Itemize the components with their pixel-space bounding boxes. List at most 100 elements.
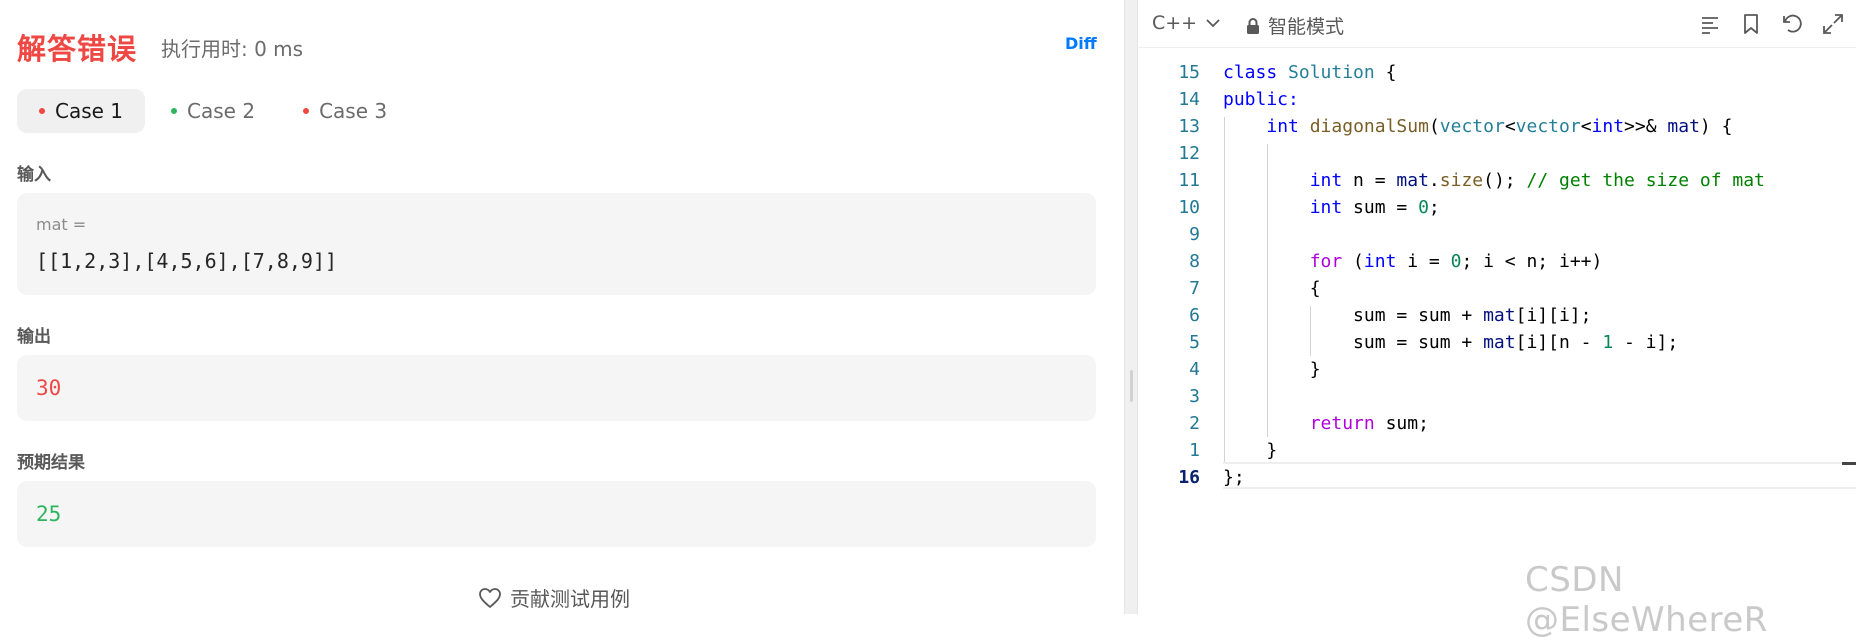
code-token: mat: [1483, 305, 1516, 326]
code-line: sum = sum + mat[i][n - 1 - i];: [1223, 332, 1678, 353]
code-token: vector: [1515, 116, 1581, 137]
code-token: class: [1223, 62, 1278, 83]
code-token: mat: [1483, 332, 1516, 353]
case-status-dot: [303, 108, 310, 114]
line-number: 15: [1178, 62, 1200, 83]
code-token: 0: [1450, 251, 1462, 272]
current-line-highlight: [1223, 462, 1856, 489]
input-box: mat = [[1,2,3],[4,5,6],[7,8,9]]: [17, 193, 1096, 295]
code-line: int n = mat.size(); // get the size of m…: [1223, 170, 1765, 191]
chevron-down-icon: [1206, 19, 1220, 28]
code-token: - i];: [1613, 332, 1679, 353]
scrollbar-marker[interactable]: [1842, 462, 1856, 465]
language-label: C++: [1152, 12, 1198, 34]
code-token: };: [1223, 467, 1245, 488]
expand-icon[interactable]: [1821, 12, 1845, 36]
line-number: 12: [1178, 143, 1200, 164]
watermark: CSDN @ElseWhereR: [1525, 560, 1768, 640]
code-token: vector: [1439, 116, 1505, 137]
code-token: int: [1309, 170, 1343, 191]
code-line: sum = sum + mat[i][i];: [1223, 305, 1591, 326]
line-number: 6: [1189, 305, 1200, 326]
tab-label: Case 2: [187, 99, 256, 123]
code-token: Solution: [1288, 62, 1375, 83]
case-status-dot: [171, 108, 178, 114]
line-number: 11: [1178, 170, 1200, 191]
code-token: int: [1591, 116, 1625, 137]
code-token: }: [1309, 359, 1321, 380]
code-token: ) {: [1699, 116, 1733, 137]
format-icon[interactable]: [1698, 12, 1722, 36]
code-token: int: [1266, 116, 1299, 137]
reset-icon[interactable]: [1780, 12, 1804, 36]
tab-case-1[interactable]: Case 1: [17, 89, 146, 133]
panel-resize-divider[interactable]: [1124, 0, 1138, 614]
line-number: 2: [1189, 413, 1200, 434]
code-token: ;: [1428, 197, 1440, 218]
line-number: 3: [1189, 386, 1200, 407]
input-label: 输入: [17, 165, 51, 185]
code-token: {: [1309, 278, 1321, 299]
language-select[interactable]: C++: [1152, 12, 1221, 34]
drag-handle[interactable]: [1130, 370, 1133, 402]
code-line: int sum = 0;: [1223, 197, 1440, 218]
input-var-name: mat =: [36, 215, 87, 234]
code-token: {: [1374, 62, 1397, 83]
code-token: size: [1439, 170, 1484, 191]
case-tabs: Case 1 Case 2 Case 3: [17, 89, 413, 133]
line-number: 8: [1189, 251, 1200, 272]
tab-case-2[interactable]: Case 2: [149, 89, 277, 133]
tab-label: Case 1: [55, 99, 124, 123]
smart-mode-indicator[interactable]: 智能模式: [1246, 12, 1344, 39]
expected-value: 25: [36, 502, 62, 526]
line-number: 4: [1189, 359, 1200, 380]
output-box: 30: [17, 355, 1096, 421]
line-number: 10: [1178, 197, 1200, 218]
code-token: ();: [1483, 170, 1527, 191]
diff-button[interactable]: Diff: [1065, 34, 1097, 53]
code-line: };: [1223, 467, 1245, 488]
code-token: diagonalSum: [1309, 116, 1429, 137]
leetcode-result-screen: 解答错误 执行用时: 0 ms Diff Case 1 Case 2 Case …: [0, 0, 1856, 640]
contribute-label: 贡献测试用例: [510, 587, 630, 611]
case-status-dot: [39, 108, 45, 114]
code-token: ; i < n; i++): [1461, 251, 1603, 272]
editor-toolbar: C++ 智能模式: [1138, 0, 1856, 48]
line-number: 5: [1189, 332, 1200, 353]
code-token: >>&: [1624, 116, 1668, 137]
code-token: int: [1309, 197, 1343, 218]
code-token: [i][n -: [1515, 332, 1603, 353]
code-line: }: [1223, 359, 1321, 380]
test-result-panel: 解答错误 执行用时: 0 ms Diff Case 1 Case 2 Case …: [0, 0, 1124, 614]
bookmark-icon[interactable]: [1739, 12, 1763, 36]
code-token: sum =: [1342, 197, 1419, 218]
code-token: return: [1309, 413, 1375, 434]
lock-icon: [1247, 17, 1259, 34]
code-token: }: [1266, 440, 1278, 461]
line-number-current: 16: [1178, 467, 1200, 488]
code-token: n =: [1342, 170, 1397, 191]
code-line: class Solution {: [1223, 62, 1396, 83]
code-token: i =: [1396, 251, 1451, 272]
runtime-text: 执行用时: 0 ms: [161, 37, 304, 61]
expected-box: 25: [17, 481, 1096, 547]
code-token: sum = sum +: [1353, 305, 1484, 326]
expected-label: 预期结果: [17, 453, 85, 473]
result-status: 解答错误: [17, 32, 138, 66]
code-token: sum = sum +: [1353, 332, 1484, 353]
output-label: 输出: [17, 327, 51, 347]
code-token: int: [1363, 251, 1397, 272]
code-line: int diagonalSum(vector<vector<int>>& mat…: [1266, 116, 1733, 137]
line-number: 9: [1189, 224, 1200, 245]
line-number: 1: [1189, 440, 1200, 461]
code-token: (: [1342, 251, 1364, 272]
code-token: [i][i];: [1515, 305, 1592, 326]
code-line: }: [1223, 440, 1277, 461]
line-number: 13: [1178, 116, 1200, 137]
code-line: {: [1223, 278, 1321, 299]
code-token: public:: [1223, 89, 1299, 110]
code-line: public:: [1223, 89, 1299, 110]
line-number: 7: [1189, 278, 1200, 299]
tab-case-3[interactable]: Case 3: [281, 89, 409, 133]
contribute-testcase-button[interactable]: 贡献测试用例: [478, 583, 630, 612]
